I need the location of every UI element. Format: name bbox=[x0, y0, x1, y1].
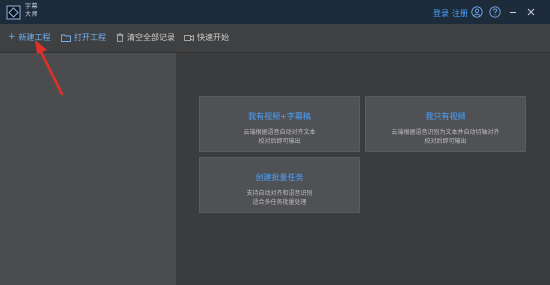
quick-start-button[interactable]: 快速开始 bbox=[184, 32, 229, 43]
clear-all-button[interactable]: 清空全部记录 bbox=[116, 32, 175, 43]
card-desc-line: 支持自动对齐和语音识别 bbox=[246, 190, 313, 197]
app-name-line1: 字幕 bbox=[25, 3, 39, 10]
card-description: 云端根据语音自动对齐文本 校对后即可输出 bbox=[200, 128, 359, 146]
card-desc-line: 校对后即可输出 bbox=[424, 138, 467, 145]
quick-start-icon bbox=[184, 34, 194, 41]
close-icon[interactable] bbox=[525, 6, 537, 18]
card-batch-task[interactable]: 创建批量任务 支持自动对齐和语音识别 适合多任务批量处理 bbox=[199, 157, 360, 213]
app-name-line2: 大师 bbox=[25, 11, 39, 18]
title-bar: 字幕 大师 登录 注册 bbox=[0, 0, 550, 24]
card-desc-line: 云端根据语音识别为文本并自动切轴对齐 bbox=[391, 129, 500, 136]
card-desc-line: 校对后即可输出 bbox=[258, 138, 301, 145]
toolbar: + 新建工程 打开工程 清空全部记录 快速开始 bbox=[0, 24, 550, 53]
card-desc-line: 云端根据语音自动对齐文本 bbox=[243, 129, 316, 136]
trash-icon bbox=[116, 33, 124, 42]
card-title: 我只有视频 bbox=[425, 112, 466, 121]
card-desc-line: 适合多任务批量处理 bbox=[252, 199, 307, 206]
card-video-with-subtitle[interactable]: 我有视频+字幕稿 云端根据语音自动对齐文本 校对后即可输出 bbox=[199, 96, 360, 152]
minimize-icon[interactable] bbox=[507, 6, 519, 18]
card-video-only[interactable]: 我只有视频 云端根据语音识别为文本并自动切轴对齐 校对后即可输出 bbox=[365, 96, 526, 152]
user-icon[interactable] bbox=[471, 6, 483, 18]
app-logo-icon bbox=[6, 5, 21, 20]
app-name: 字幕 大师 bbox=[25, 3, 38, 19]
register-link[interactable]: 注册 bbox=[452, 8, 468, 19]
card-description: 云端根据语音识别为文本并自动切轴对齐 校对后即可输出 bbox=[366, 128, 525, 146]
open-project-label: 打开工程 bbox=[74, 33, 106, 42]
quick-start-area: 我有视频+字幕稿 云端根据语音自动对齐文本 校对后即可输出 我只有视频 云端根据… bbox=[177, 53, 550, 285]
quick-start-label: 快速开始 bbox=[197, 33, 229, 42]
login-link[interactable]: 登录 bbox=[433, 8, 449, 19]
card-title: 创建批量任务 bbox=[255, 173, 304, 182]
help-icon[interactable] bbox=[489, 6, 501, 18]
plus-icon: + bbox=[8, 32, 16, 42]
project-list-panel bbox=[0, 53, 177, 285]
annotation-arrow-icon bbox=[35, 40, 64, 96]
card-title: 我有视频+字幕稿 bbox=[248, 112, 311, 121]
card-description: 支持自动对齐和语音识别 适合多任务批量处理 bbox=[200, 189, 359, 207]
clear-all-label: 清空全部记录 bbox=[127, 33, 175, 42]
